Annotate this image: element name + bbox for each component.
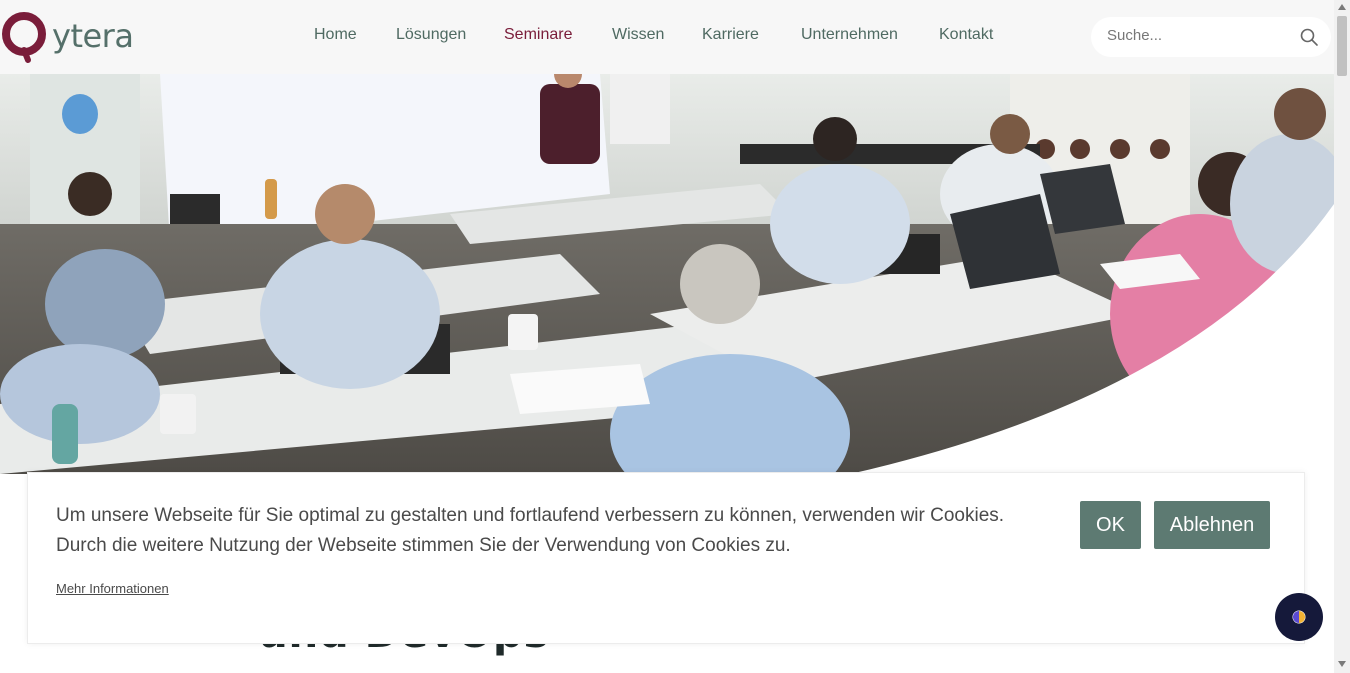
scroll-up-icon[interactable] — [1338, 4, 1346, 10]
logo-mark-icon — [2, 12, 46, 63]
cookie-message: Um unsere Webseite für Sie optimal zu ge… — [56, 501, 1056, 561]
cookie-message-line1: Um unsere Webseite für Sie optimal zu ge… — [56, 505, 1005, 526]
nav-item-wissen[interactable]: Wissen — [612, 26, 702, 44]
cookie-ok-button[interactable]: OK — [1080, 501, 1141, 549]
nav-item-home[interactable]: Home — [314, 26, 396, 44]
cookie-banner: Um unsere Webseite für Sie optimal zu ge… — [27, 472, 1305, 644]
scroll-thumb[interactable] — [1337, 16, 1347, 76]
hero-image — [0, 74, 1334, 474]
accessibility-button[interactable] — [1275, 593, 1323, 641]
logo[interactable]: ytera — [0, 8, 150, 64]
nav-item-kontakt[interactable]: Kontakt — [939, 26, 1009, 44]
cookie-deny-button[interactable]: Ablehnen — [1154, 501, 1270, 549]
main-nav: Home Lösungen Seminare Wissen Karriere U… — [314, 26, 1009, 44]
cookie-message-line2: Durch die weitere Nutzung der Webseite s… — [56, 535, 791, 556]
seminar-classroom-photo — [0, 74, 1334, 474]
search-box — [1091, 17, 1331, 57]
site-header: ytera Home Lösungen Seminare Wissen Karr… — [0, 0, 1334, 74]
contrast-icon — [1292, 610, 1306, 624]
nav-item-karriere[interactable]: Karriere — [702, 26, 801, 44]
nav-item-seminare[interactable]: Seminare — [504, 26, 612, 44]
nav-item-loesungen[interactable]: Lösungen — [396, 26, 504, 44]
search-input[interactable] — [1107, 27, 1287, 44]
search-icon[interactable] — [1299, 27, 1319, 47]
page-scrollbar[interactable] — [1334, 0, 1350, 673]
nav-item-unternehmen[interactable]: Unternehmen — [801, 26, 939, 44]
logo-text: ytera — [52, 17, 134, 55]
more-info-link[interactable]: Mehr Informationen — [56, 581, 169, 596]
scroll-down-icon[interactable] — [1338, 661, 1346, 667]
